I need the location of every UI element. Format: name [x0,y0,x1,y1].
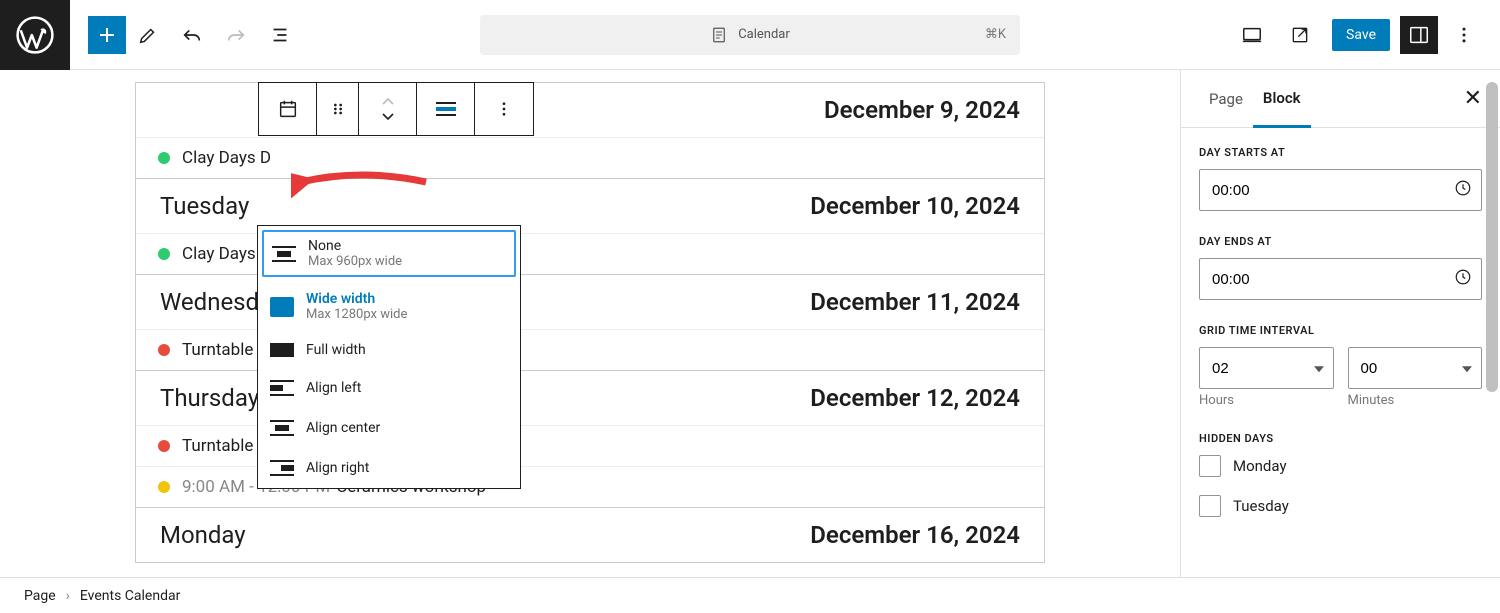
options-button[interactable] [1442,13,1486,57]
align-option-sub: Max 960px wide [308,254,402,269]
align-option-label: Align left [306,380,361,396]
align-option-sub: Max 1280px wide [306,307,407,322]
block-mover [359,83,417,135]
align-right-icon [270,458,294,478]
day-ends-input[interactable] [1199,258,1482,300]
clock-icon [1454,179,1472,201]
day-starts-input[interactable] [1199,169,1482,211]
align-wide-icon [436,102,456,116]
hidden-day-label[interactable]: Monday [1233,457,1287,475]
command-bar[interactable]: Calendar ⌘K [480,15,1020,55]
align-left-icon [270,378,294,398]
editor-topbar: Calendar ⌘K Save [0,0,1500,70]
wordpress-logo[interactable] [0,0,70,70]
clock-icon [1454,268,1472,290]
hidden-day-checkbox[interactable] [1199,495,1221,517]
block-toolbar [258,82,534,136]
close-sidebar-button[interactable]: ✕ [1464,86,1482,111]
drag-icon [330,101,346,117]
day-date: December 9, 2024 [824,96,1020,124]
calendar-icon [277,98,299,120]
event-dot [158,481,170,493]
event-title: Turntable t [182,340,263,360]
sidebar-tabs: Page Block ✕ [1181,70,1500,128]
field-label: HIDDEN DAYS [1199,432,1482,445]
field-label: DAY ENDS AT [1199,235,1482,248]
field-label: DAY STARTS AT [1199,146,1482,159]
grid-minutes-select[interactable]: 00 [1348,347,1483,389]
block-type-button[interactable] [259,83,317,135]
day-name: Tuesday [160,192,249,220]
align-option-none[interactable]: None Max 960px wide [262,230,516,277]
add-block-button[interactable] [88,16,126,54]
command-bar-title: Calendar [738,27,790,42]
event-dot [158,440,170,452]
undo-button[interactable] [170,13,214,57]
hidden-day-label[interactable]: Tuesday [1233,497,1289,515]
align-option-right[interactable]: Align right [258,448,520,488]
scrollbar-thumb[interactable] [1486,82,1498,392]
settings-panel-toggle[interactable] [1400,16,1438,54]
view-desktop-button[interactable] [1230,13,1274,57]
field-sub: Minutes [1348,393,1483,408]
align-option-label: Align center [306,420,380,436]
block-more-button[interactable] [475,83,533,135]
day-name: Thursday [160,384,259,412]
field-label: GRID TIME INTERVAL [1199,324,1482,337]
hidden-day-row: Tuesday [1199,495,1482,517]
view-page-button[interactable] [1278,13,1322,57]
align-full-icon [270,343,294,357]
day-date: December 16, 2024 [810,521,1020,549]
breadcrumb: Page › Events Calendar [0,577,1500,613]
redo-button[interactable] [214,13,258,57]
day-date: December 12, 2024 [810,384,1020,412]
day-date: December 10, 2024 [810,192,1020,220]
grid-hours-select[interactable]: 02 [1199,347,1334,389]
breadcrumb-separator: › [66,588,70,604]
day-header: Monday December 16, 2024 [136,508,1044,562]
editor-canvas[interactable]: December 9, 2024 Clay Days D Tuesday Dec… [0,70,1180,577]
event-title: Clay Days D [182,148,271,168]
command-bar-shortcut: ⌘K [985,27,1006,42]
align-center-icon [270,418,294,438]
align-option-label: Align right [306,460,369,476]
event-dot [158,152,170,164]
alignment-dropdown: None Max 960px wide Wide width Max 1280p… [257,225,521,489]
kebab-icon [495,100,513,118]
tab-block[interactable]: Block [1253,71,1311,128]
day-name: Monday [160,521,246,549]
document-overview-button[interactable] [258,13,302,57]
hidden-day-checkbox[interactable] [1199,455,1221,477]
event-title: Clay Days I [182,244,265,264]
breadcrumb-root[interactable]: Page [24,588,56,604]
settings-sidebar: Page Block ✕ DAY STARTS AT DAY ENDS AT [1180,70,1500,577]
block-drag-handle[interactable] [317,83,359,135]
move-up-button[interactable] [376,93,400,109]
save-button[interactable]: Save [1332,19,1390,51]
page-icon [710,26,728,44]
align-option-wide[interactable]: Wide width Max 1280px wide [258,281,520,332]
breadcrumb-current[interactable]: Events Calendar [80,588,180,604]
tab-page[interactable]: Page [1199,72,1253,126]
align-none-icon [272,244,296,264]
align-option-label: Full width [306,342,366,358]
event-dot [158,248,170,260]
day-date: December 11, 2024 [810,288,1020,316]
edit-mode-button[interactable] [126,13,170,57]
align-option-label: None [308,238,402,254]
align-option-label: Wide width [306,291,407,307]
event-dot [158,344,170,356]
event-item[interactable]: Clay Days D [136,138,1044,178]
align-option-full[interactable]: Full width [258,332,520,368]
align-option-left[interactable]: Align left [258,368,520,408]
hidden-day-row: Monday [1199,455,1482,477]
move-down-button[interactable] [376,109,400,125]
block-align-button[interactable] [417,83,475,135]
field-sub: Hours [1199,393,1334,408]
align-option-center[interactable]: Align center [258,408,520,448]
align-wide-icon [270,297,294,317]
